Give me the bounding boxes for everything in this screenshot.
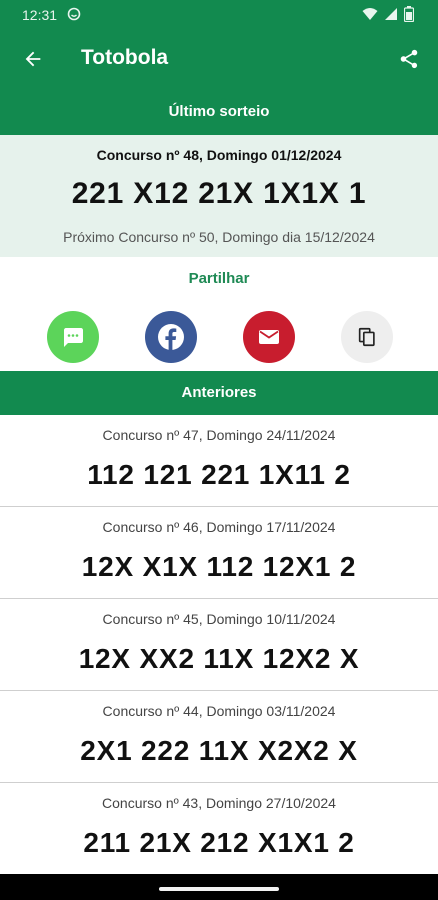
contest-result: 2X1 222 11X X2X2 X — [80, 735, 358, 766]
status-bar: 12:31 — [0, 0, 438, 30]
app-bar: Totobola — [0, 30, 438, 88]
message-icon — [64, 328, 83, 347]
signal-icon — [384, 7, 398, 24]
arrow-left-icon — [25, 51, 41, 67]
contest-result: 12X X1X 112 12X1 2 — [81, 551, 357, 582]
home-gesture-handle[interactable] — [159, 887, 279, 891]
system-navigation-bar — [0, 874, 438, 900]
next-contest-label: Próximo Concurso nº 50, Domingo dia 15/1… — [63, 229, 375, 245]
facebook-icon — [158, 324, 184, 350]
contest-label: Concurso nº 44, Domingo 03/11/2024 — [102, 703, 336, 719]
previous-draws-header: Anteriores — [0, 371, 438, 415]
share-mail-button[interactable] — [243, 311, 295, 363]
contest-result: 112 121 221 1X11 2 — [87, 459, 351, 490]
contest-result: 12X XX2 11X 12X2 X — [78, 643, 360, 674]
contest-label: Concurso nº 46, Domingo 17/11/2024 — [102, 519, 336, 535]
list-item[interactable]: Concurso nº 44, Domingo 03/11/2024 2X1 2… — [0, 691, 438, 783]
wifi-icon — [362, 7, 378, 24]
page-title: Totobola — [81, 46, 169, 69]
mail-icon — [259, 330, 279, 344]
contest-label: Concurso nº 45, Domingo 10/11/2024 — [102, 611, 336, 627]
status-time: 12:31 — [22, 7, 58, 23]
contest-result: 211 21X 212 X1X1 2 — [83, 827, 355, 858]
copy-icon — [358, 327, 375, 347]
share-label: Partilhar — [188, 270, 250, 287]
list-item[interactable]: Concurso nº 45, Domingo 10/11/2024 12X X… — [0, 599, 438, 691]
previous-draws-list: Concurso nº 47, Domingo 24/11/2024 112 1… — [0, 415, 438, 875]
list-item[interactable]: Concurso nº 43, Domingo 27/10/2024 211 2… — [0, 783, 438, 875]
battery-icon — [403, 5, 415, 25]
share-sms-button[interactable] — [47, 311, 99, 363]
latest-draw-panel: Concurso nº 48, Domingo 01/12/2024 221 X… — [0, 135, 438, 257]
share-icon — [400, 49, 418, 69]
contest-label: Concurso nº 43, Domingo 27/10/2024 — [102, 795, 336, 811]
share-button[interactable] — [394, 44, 424, 74]
latest-contest-label: Concurso nº 48, Domingo 01/12/2024 — [96, 147, 342, 163]
list-item[interactable]: Concurso nº 47, Domingo 24/11/2024 112 1… — [0, 415, 438, 507]
list-item[interactable]: Concurso nº 46, Domingo 17/11/2024 12X X… — [0, 507, 438, 599]
latest-result: 221 X12 21X 1X1X 1 — [71, 177, 367, 210]
notification-icon — [67, 7, 81, 24]
contest-label: Concurso nº 47, Domingo 24/11/2024 — [102, 427, 336, 443]
back-button[interactable] — [18, 44, 48, 74]
latest-draw-header: Último sorteio — [0, 88, 438, 135]
copy-button[interactable] — [341, 311, 393, 363]
share-facebook-button[interactable] — [145, 311, 197, 363]
share-actions — [0, 311, 438, 363]
